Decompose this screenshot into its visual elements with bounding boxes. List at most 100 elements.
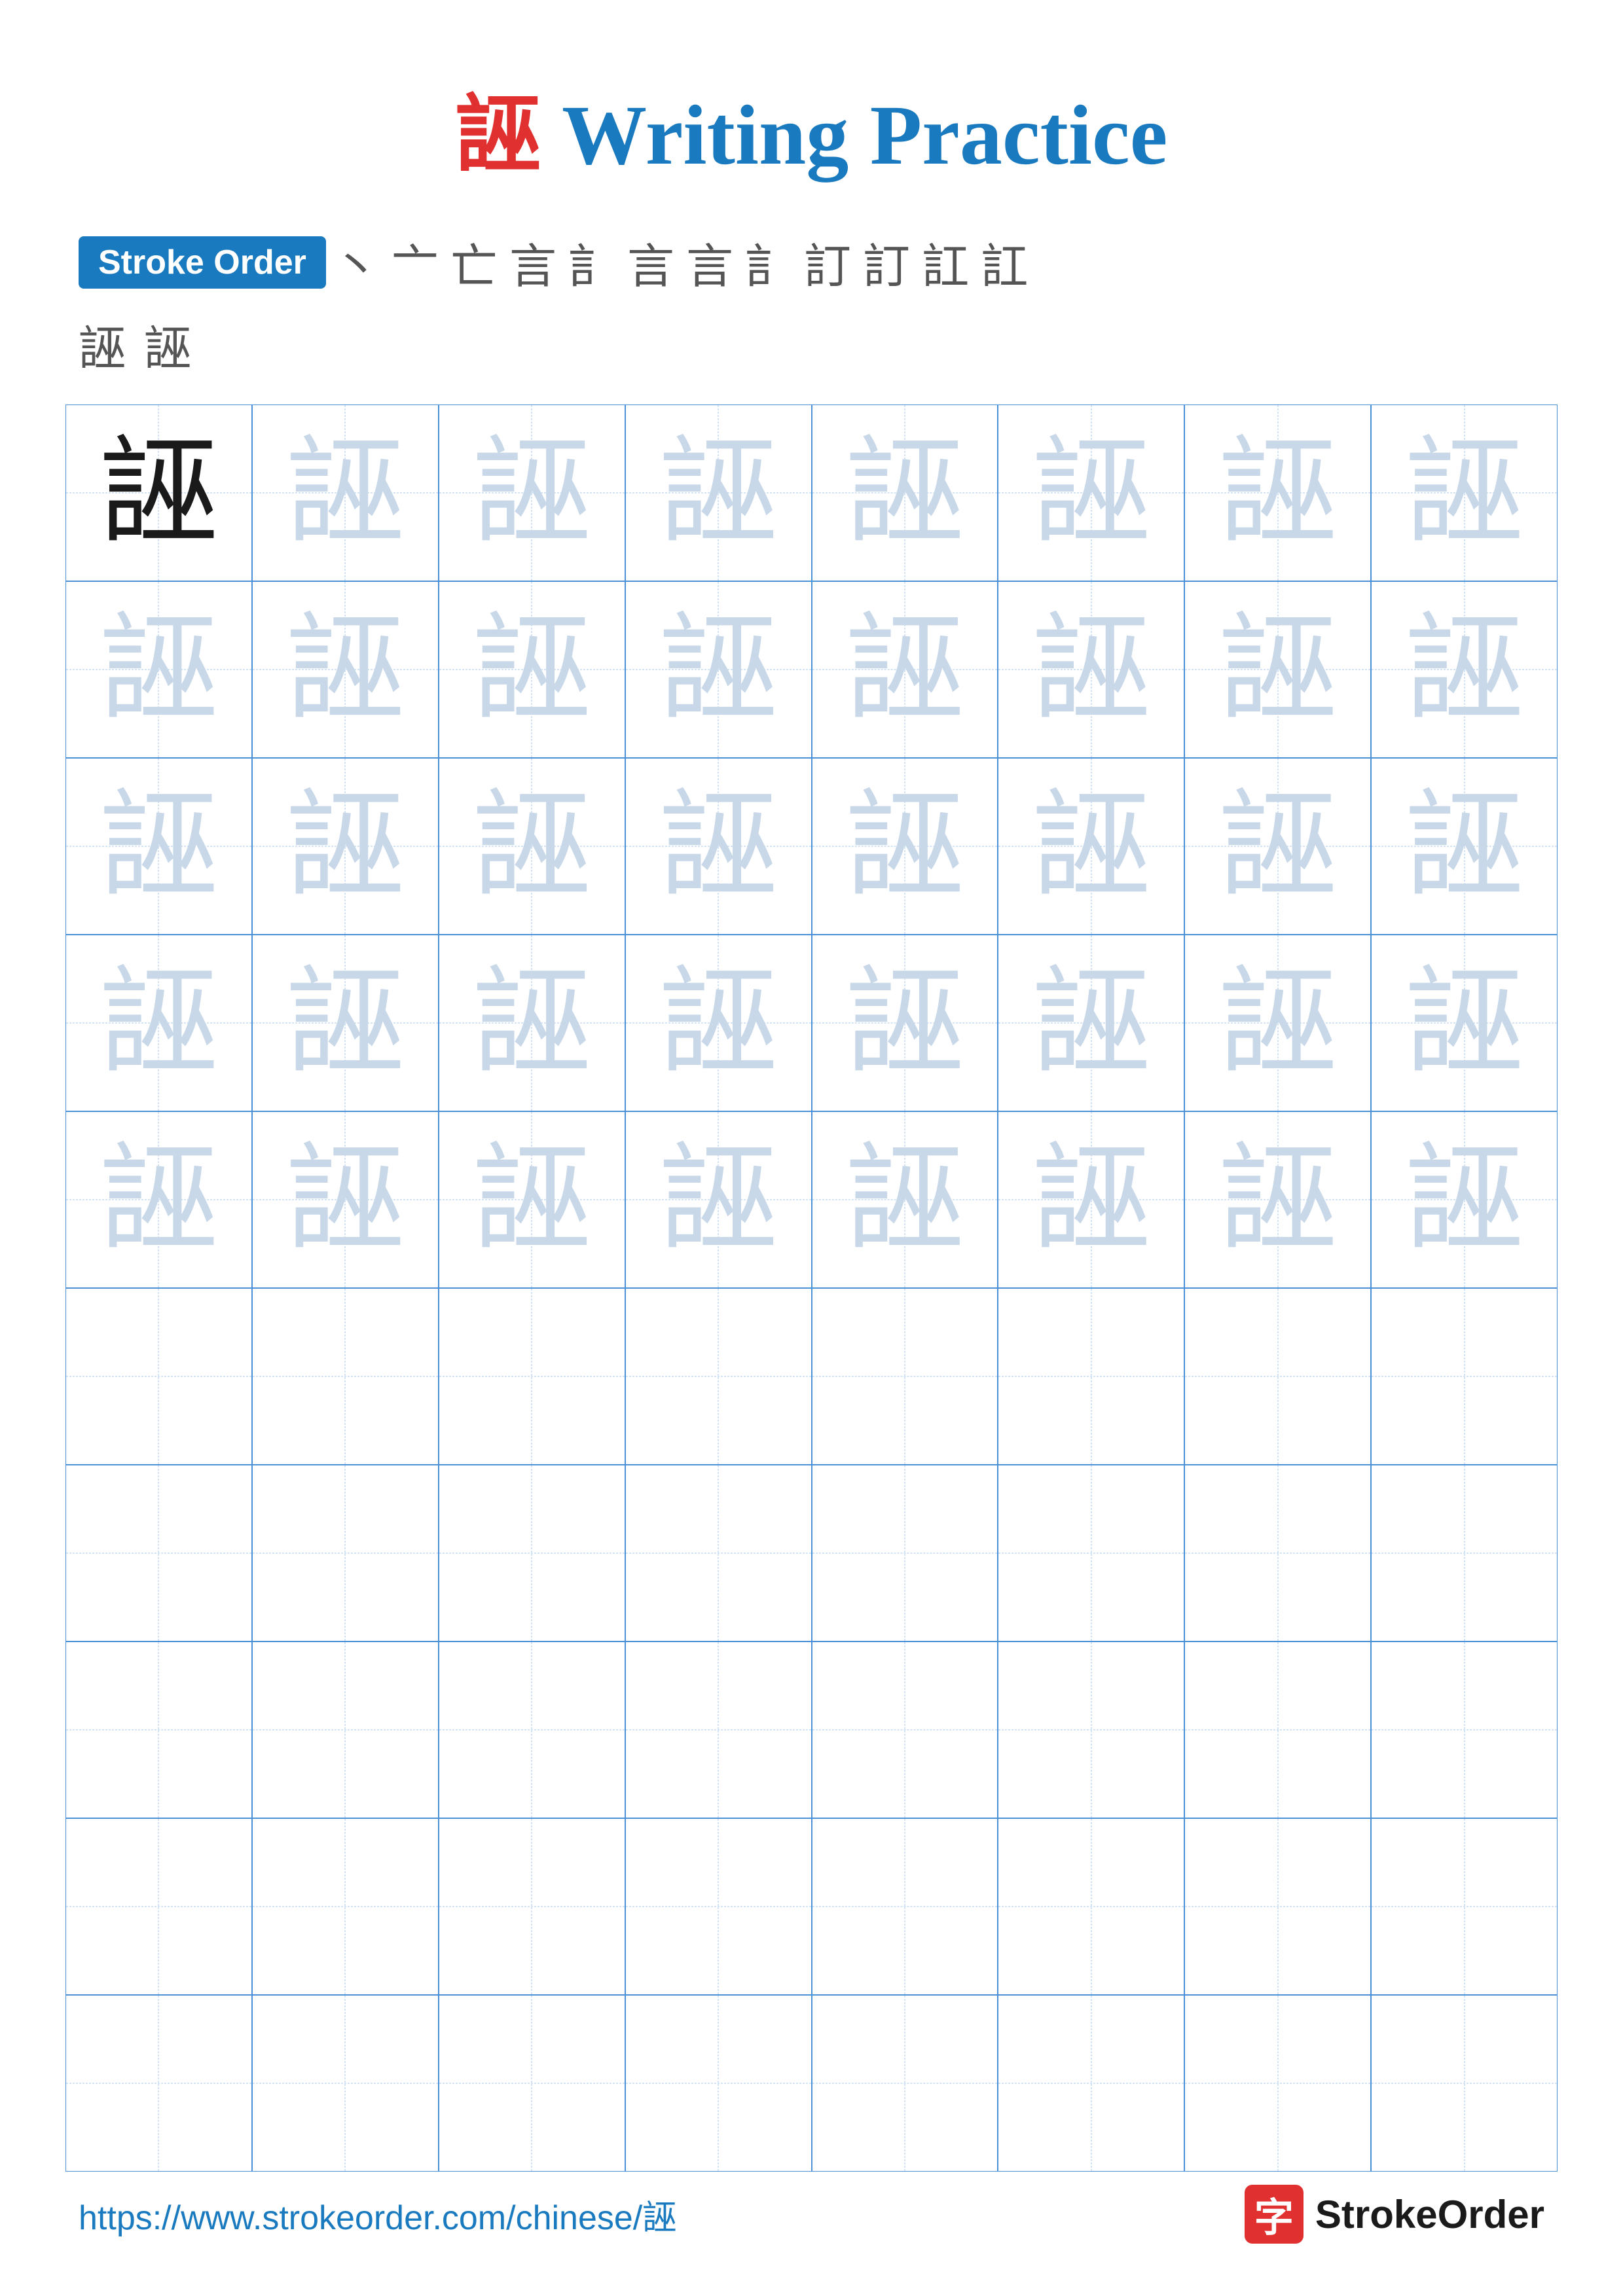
- grid-cell-8-6[interactable]: [998, 1641, 1184, 1818]
- grid-cell-5-7[interactable]: 誣: [1184, 1111, 1371, 1288]
- grid-cell-8-4[interactable]: [625, 1641, 812, 1818]
- grid-cell-2-1[interactable]: 誣: [65, 581, 252, 758]
- grid-cell-6-4[interactable]: [625, 1288, 812, 1465]
- grid-cell-9-6[interactable]: [998, 1818, 1184, 1995]
- grid-cell-4-5[interactable]: 誣: [812, 935, 998, 1111]
- grid-cell-5-6[interactable]: 誣: [998, 1111, 1184, 1288]
- grid-cell-10-8[interactable]: [1371, 1995, 1558, 2172]
- grid-cell-8-8[interactable]: [1371, 1641, 1558, 1818]
- practice-char: 誣: [659, 787, 777, 905]
- grid-cell-7-6[interactable]: [998, 1465, 1184, 1641]
- stroke-chars-row1: 丶 亠 亡 言 訁 言 言 訁 訂 訂 訌 訌: [333, 228, 1028, 296]
- footer-logo: 字 StrokeOrder: [1245, 2185, 1544, 2244]
- grid-cell-3-6[interactable]: 誣: [998, 758, 1184, 935]
- grid-cell-2-3[interactable]: 誣: [439, 581, 625, 758]
- grid-cell-4-2[interactable]: 誣: [252, 935, 439, 1111]
- practice-char: 誣: [100, 434, 217, 552]
- grid-cell-7-8[interactable]: [1371, 1465, 1558, 1641]
- grid-cell-4-7[interactable]: 誣: [1184, 935, 1371, 1111]
- grid-cell-5-2[interactable]: 誣: [252, 1111, 439, 1288]
- practice-char: 誣: [1032, 787, 1150, 905]
- grid-cell-4-8[interactable]: 誣: [1371, 935, 1558, 1111]
- grid-cell-8-1[interactable]: [65, 1641, 252, 1818]
- grid-cell-4-3[interactable]: 誣: [439, 935, 625, 1111]
- practice-char: 誣: [846, 787, 964, 905]
- practice-char: 誣: [286, 964, 404, 1082]
- grid-cell-3-7[interactable]: 誣: [1184, 758, 1371, 935]
- grid-cell-2-2[interactable]: 誣: [252, 581, 439, 758]
- grid-cell-10-5[interactable]: [812, 1995, 998, 2172]
- grid-cell-10-2[interactable]: [252, 1995, 439, 2172]
- grid-cell-5-3[interactable]: 誣: [439, 1111, 625, 1288]
- grid-cell-8-3[interactable]: [439, 1641, 625, 1818]
- grid-cell-1-1[interactable]: 誣: [65, 404, 252, 581]
- stroke-s2: 亠: [392, 228, 439, 296]
- grid-cell-9-5[interactable]: [812, 1818, 998, 1995]
- grid-cell-4-4[interactable]: 誣: [625, 935, 812, 1111]
- grid-cell-5-8[interactable]: 誣: [1371, 1111, 1558, 1288]
- grid-cell-9-1[interactable]: [65, 1818, 252, 1995]
- grid-cell-4-1[interactable]: 誣: [65, 935, 252, 1111]
- grid-cell-7-1[interactable]: [65, 1465, 252, 1641]
- grid-cell-9-3[interactable]: [439, 1818, 625, 1995]
- practice-char: 誣: [473, 787, 591, 905]
- practice-char: 誣: [1406, 611, 1523, 728]
- grid-cell-10-6[interactable]: [998, 1995, 1184, 2172]
- grid-cell-3-8[interactable]: 誣: [1371, 758, 1558, 935]
- grid-cell-5-1[interactable]: 誣: [65, 1111, 252, 1288]
- grid-cell-1-7[interactable]: 誣: [1184, 404, 1371, 581]
- grid-cell-1-4[interactable]: 誣: [625, 404, 812, 581]
- grid-cell-5-4[interactable]: 誣: [625, 1111, 812, 1288]
- grid-cell-5-5[interactable]: 誣: [812, 1111, 998, 1288]
- grid-cell-9-2[interactable]: [252, 1818, 439, 1995]
- grid-cell-1-6[interactable]: 誣: [998, 404, 1184, 581]
- grid-row-2: 誣 誣 誣 誣 誣 誣 誣 誣: [65, 581, 1558, 758]
- grid-cell-2-6[interactable]: 誣: [998, 581, 1184, 758]
- grid-cell-7-7[interactable]: [1184, 1465, 1371, 1641]
- grid-cell-7-4[interactable]: [625, 1465, 812, 1641]
- logo-text: StrokeOrder: [1315, 2192, 1544, 2237]
- grid-cell-1-2[interactable]: 誣: [252, 404, 439, 581]
- grid-cell-6-2[interactable]: [252, 1288, 439, 1465]
- grid-cell-10-7[interactable]: [1184, 1995, 1371, 2172]
- footer-url[interactable]: https://www.strokeorder.com/chinese/誣: [79, 2190, 676, 2239]
- grid-cell-3-4[interactable]: 誣: [625, 758, 812, 935]
- grid-cell-8-5[interactable]: [812, 1641, 998, 1818]
- practice-char: 誣: [1219, 434, 1337, 552]
- grid-cell-3-2[interactable]: 誣: [252, 758, 439, 935]
- grid-cell-10-1[interactable]: [65, 1995, 252, 2172]
- practice-char: 誣: [1032, 434, 1150, 552]
- grid-cell-2-4[interactable]: 誣: [625, 581, 812, 758]
- grid-cell-9-7[interactable]: [1184, 1818, 1371, 1995]
- practice-char: 誣: [286, 787, 404, 905]
- grid-cell-3-5[interactable]: 誣: [812, 758, 998, 935]
- grid-cell-1-8[interactable]: 誣: [1371, 404, 1558, 581]
- stroke-order-row: Stroke Order 丶 亠 亡 言 訁 言 言 訁 訂 訂 訌 訌: [79, 228, 1544, 296]
- grid-cell-6-7[interactable]: [1184, 1288, 1371, 1465]
- title-char: 誣: [456, 88, 541, 183]
- grid-cell-9-4[interactable]: [625, 1818, 812, 1995]
- grid-cell-10-3[interactable]: [439, 1995, 625, 2172]
- grid-cell-8-7[interactable]: [1184, 1641, 1371, 1818]
- stroke-s13: 誣: [79, 310, 126, 378]
- grid-cell-2-7[interactable]: 誣: [1184, 581, 1371, 758]
- grid-cell-7-5[interactable]: [812, 1465, 998, 1641]
- grid-cell-2-8[interactable]: 誣: [1371, 581, 1558, 758]
- grid-cell-6-8[interactable]: [1371, 1288, 1558, 1465]
- grid-cell-3-3[interactable]: 誣: [439, 758, 625, 935]
- grid-cell-9-8[interactable]: [1371, 1818, 1558, 1995]
- grid-cell-4-6[interactable]: 誣: [998, 935, 1184, 1111]
- grid-cell-10-4[interactable]: [625, 1995, 812, 2172]
- grid-cell-6-5[interactable]: [812, 1288, 998, 1465]
- grid-cell-1-5[interactable]: 誣: [812, 404, 998, 581]
- grid-cell-6-3[interactable]: [439, 1288, 625, 1465]
- grid-cell-6-6[interactable]: [998, 1288, 1184, 1465]
- grid-cell-8-2[interactable]: [252, 1641, 439, 1818]
- grid-cell-6-1[interactable]: [65, 1288, 252, 1465]
- grid-cell-2-5[interactable]: 誣: [812, 581, 998, 758]
- grid-cell-1-3[interactable]: 誣: [439, 404, 625, 581]
- grid-cell-7-2[interactable]: [252, 1465, 439, 1641]
- practice-char: 誣: [846, 964, 964, 1082]
- grid-cell-7-3[interactable]: [439, 1465, 625, 1641]
- grid-cell-3-1[interactable]: 誣: [65, 758, 252, 935]
